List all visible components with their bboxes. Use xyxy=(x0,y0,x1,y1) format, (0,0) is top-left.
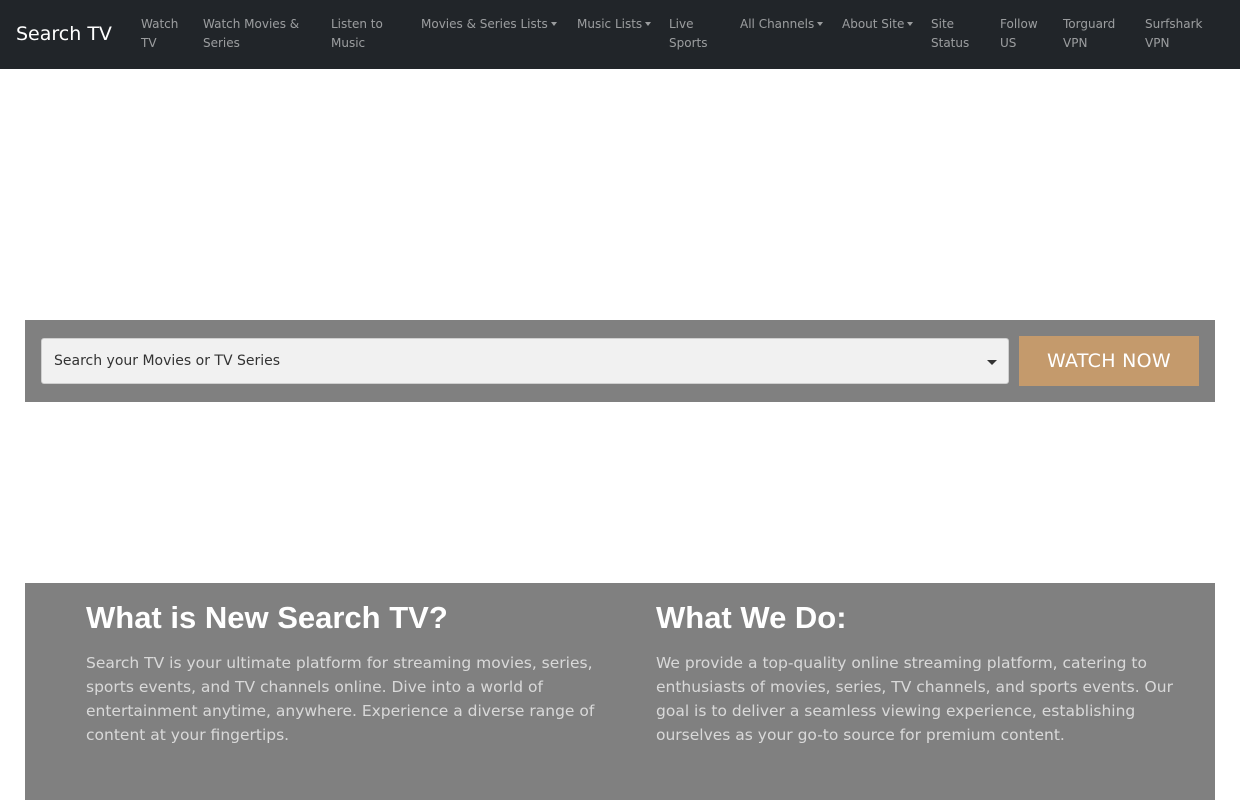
nav-about-site[interactable]: About Site xyxy=(842,15,914,34)
search-select-value: Search your Movies or TV Series xyxy=(54,353,281,369)
nav-movies-series-lists-label: Movies & Series Lists xyxy=(421,17,548,31)
about-text: Search TV is your ultimate platform for … xyxy=(86,654,595,744)
nav-follow-us[interactable]: Follow US xyxy=(1000,15,1050,53)
watch-now-button[interactable]: WATCH NOW xyxy=(1019,336,1199,386)
search-band: Search your Movies or TV Series WATCH NO… xyxy=(25,320,1215,402)
nav-surfshark-vpn[interactable]: Surfshark VPN xyxy=(1145,15,1220,53)
chevron-down-icon xyxy=(987,360,997,365)
about-column: What is New Search TV? Search TV is your… xyxy=(86,599,616,747)
nav-movies-series-lists[interactable]: Movies & Series Lists xyxy=(421,15,557,34)
caret-down-icon xyxy=(907,22,914,26)
nav-watch-tv[interactable]: Watch TV xyxy=(141,15,193,53)
nav-about-site-label: About Site xyxy=(842,17,905,31)
top-navbar: Search TV Watch TV Watch Movies & Series… xyxy=(0,0,1240,69)
what-we-do-text: We provide a top-quality online streamin… xyxy=(656,654,1173,744)
nav-all-channels-label: All Channels xyxy=(740,17,815,31)
caret-down-icon xyxy=(550,22,557,26)
nav-music-lists-label: Music Lists xyxy=(577,17,643,31)
nav-watch-movies-series[interactable]: Watch Movies & Series xyxy=(203,15,318,53)
what-we-do-heading: What We Do: xyxy=(656,600,847,635)
nav-all-channels[interactable]: All Channels xyxy=(740,15,824,34)
what-we-do-column: What We Do: We provide a top-quality onl… xyxy=(656,599,1186,747)
nav-live-sports[interactable]: Live Sports xyxy=(669,15,724,53)
nav-listen-music[interactable]: Listen to Music xyxy=(331,15,411,53)
nav-site-status[interactable]: Site Status xyxy=(931,15,981,53)
info-band: What is New Search TV? Search TV is your… xyxy=(25,583,1215,800)
brand-logo[interactable]: Search TV xyxy=(16,22,112,47)
about-heading: What is New Search TV? xyxy=(86,600,448,635)
caret-down-icon xyxy=(645,22,652,26)
nav-music-lists[interactable]: Music Lists xyxy=(577,15,652,34)
search-select[interactable]: Search your Movies or TV Series xyxy=(41,338,1009,384)
caret-down-icon xyxy=(817,22,824,26)
nav-torguard-vpn[interactable]: Torguard VPN xyxy=(1063,15,1133,53)
